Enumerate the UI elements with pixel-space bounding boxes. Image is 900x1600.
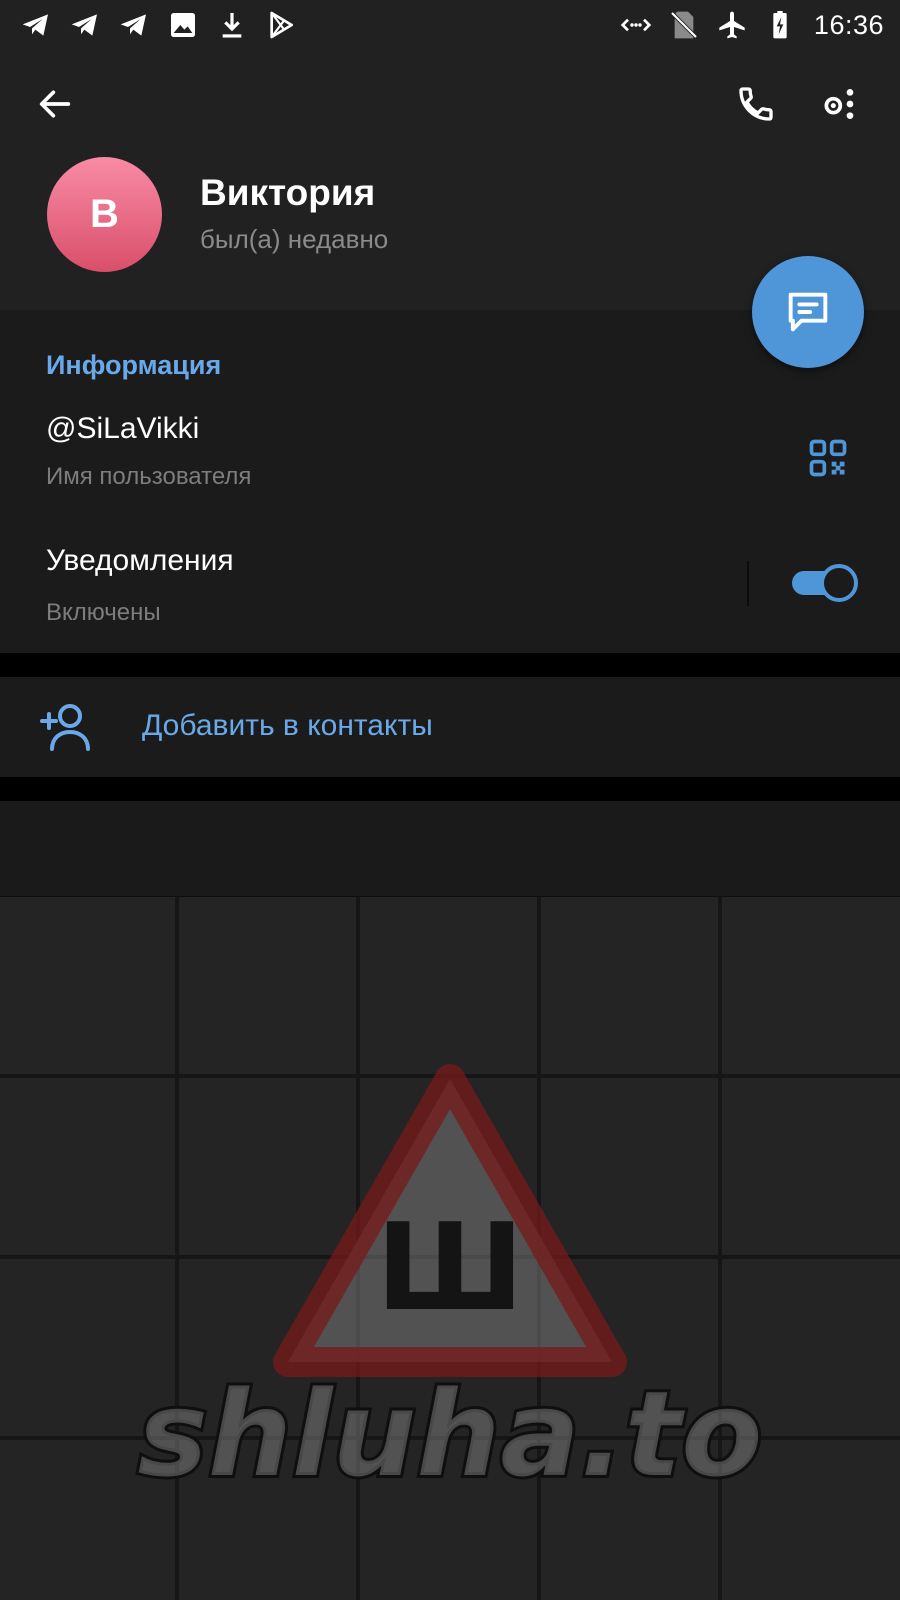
airplane-icon — [714, 7, 750, 43]
data-saver-icon — [618, 7, 654, 43]
last-seen-status: был(а) недавно — [200, 224, 389, 254]
status-bar: 16:36 — [0, 0, 900, 50]
telegram-icon — [18, 7, 54, 43]
no-sim-icon — [666, 7, 702, 43]
more-options-button[interactable] — [810, 74, 870, 134]
arrow-left-icon — [39, 90, 71, 118]
qr-code-button[interactable] — [800, 430, 856, 486]
watermark-area: Ш shluha.to — [0, 897, 900, 1600]
username-label: Имя пользователя — [46, 463, 252, 490]
empty-area — [0, 801, 900, 897]
message-button[interactable] — [752, 256, 864, 368]
profile-header: В Виктория был(а) недавно — [0, 50, 900, 310]
notifications-toggle[interactable] — [790, 563, 858, 603]
phone-icon — [739, 87, 773, 121]
watermark-logo: Ш shluha.to — [135, 1064, 765, 1506]
profile-name: Виктория — [200, 172, 376, 213]
notifications-value: Включены — [46, 599, 161, 626]
add-contact-label: Добавить в контакты — [142, 709, 433, 742]
section-separator — [0, 777, 900, 801]
avatar[interactable]: В — [47, 157, 162, 272]
chat-bubble-icon — [788, 292, 828, 332]
notification-icons — [18, 7, 299, 43]
qr-code-icon — [809, 439, 847, 477]
divider — [747, 561, 749, 606]
add-contact-row[interactable]: Добавить в контакты — [0, 677, 900, 777]
battery-charging-icon — [762, 7, 798, 43]
add-person-icon — [40, 704, 90, 751]
telegram-icon — [67, 7, 103, 43]
download-icon — [214, 7, 250, 43]
clock: 16:36 — [813, 9, 884, 40]
info-section: Информация @SiLaVikki Имя пользователя У… — [0, 310, 900, 653]
notifications-title[interactable]: Уведомления — [46, 544, 234, 578]
sign-letter: Ш — [376, 1199, 524, 1338]
section-title: Информация — [46, 350, 222, 380]
back-button[interactable] — [25, 74, 85, 134]
more-vert-icon — [824, 89, 854, 119]
username-value[interactable]: @SiLaVikki — [46, 412, 199, 446]
section-separator — [0, 653, 900, 677]
telegram-icon — [116, 7, 152, 43]
play-store-icon — [263, 7, 299, 43]
toggle-knob — [820, 564, 858, 602]
watermark-text: shluha.to — [138, 1365, 763, 1503]
system-icons: 16:36 — [618, 7, 884, 43]
call-button[interactable] — [726, 74, 786, 134]
image-icon — [165, 7, 201, 43]
